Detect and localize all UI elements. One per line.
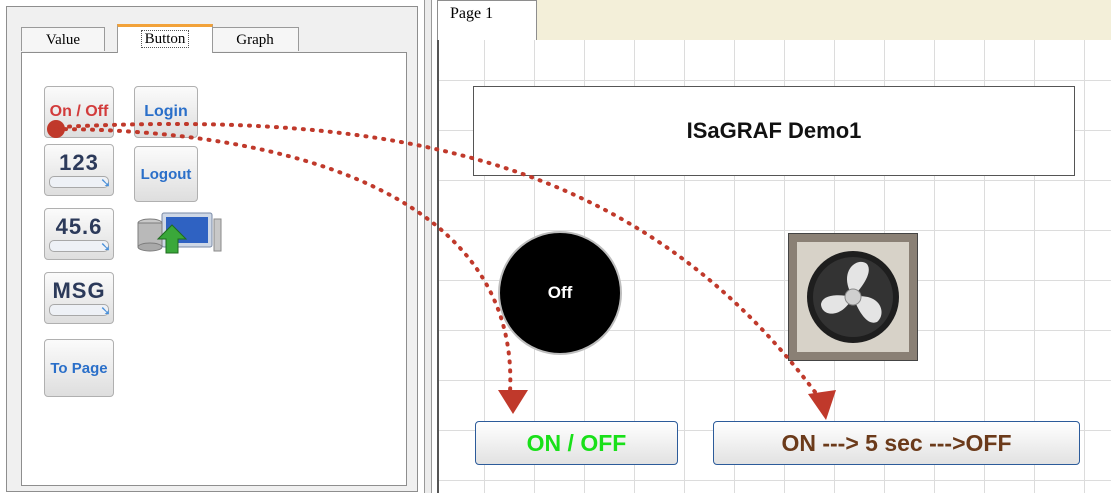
upload-widget-button[interactable] (134, 208, 224, 260)
logout-widget-button[interactable]: Logout (134, 146, 198, 202)
num-cursor-icon: ➘ (100, 175, 111, 190)
login-widget-button[interactable]: Login (134, 86, 198, 138)
on-off-widget-label: On / Off (49, 103, 109, 120)
float-input-widget-button[interactable]: 45.6 ➘ (44, 208, 114, 260)
tab-button[interactable]: Button (117, 24, 213, 53)
upload-database-icon (137, 212, 222, 254)
status-lamp[interactable]: Off (498, 231, 622, 355)
num-cursor-icon: ➘ (100, 239, 111, 254)
to-page-widget-label: To Page (50, 359, 108, 377)
login-widget-label: Login (144, 103, 188, 120)
page-tab[interactable]: Page 1 (437, 0, 537, 41)
tab-graph[interactable]: Graph (211, 27, 299, 51)
to-page-widget-button[interactable]: To Page (44, 339, 114, 397)
panel-splitter[interactable] (424, 0, 432, 493)
fan-icon (807, 251, 899, 343)
page-tab-strip (437, 0, 1111, 41)
timer-on-off-button[interactable]: ON ---> 5 sec --->OFF (713, 421, 1080, 465)
float-widget-label: 45.6 (55, 214, 103, 239)
message-widget-label: MSG (52, 278, 106, 303)
on-off-widget-button[interactable]: On / Off (44, 86, 114, 138)
integer-widget-label: 123 (59, 150, 99, 175)
button-palette: On / Off Login 123 ➘ Logout 45.6 ➘ MSG ➘… (21, 52, 407, 486)
lamp-state-text: Off (547, 283, 573, 302)
tab-button-label: Button (140, 30, 190, 48)
logout-widget-label: Logout (140, 165, 192, 183)
page-title-label[interactable]: ISaGRAF Demo1 (473, 86, 1075, 176)
widget-palette-panel: Value Button Graph On / Off Login 123 ➘ … (6, 6, 418, 492)
tab-value[interactable]: Value (21, 27, 105, 51)
fan-image[interactable] (788, 233, 918, 361)
integer-input-widget-button[interactable]: 123 ➘ (44, 144, 114, 196)
num-cursor-icon: ➘ (100, 303, 111, 318)
on-off-toggle-button[interactable]: ON / OFF (475, 421, 678, 465)
message-widget-button[interactable]: MSG ➘ (44, 272, 114, 324)
